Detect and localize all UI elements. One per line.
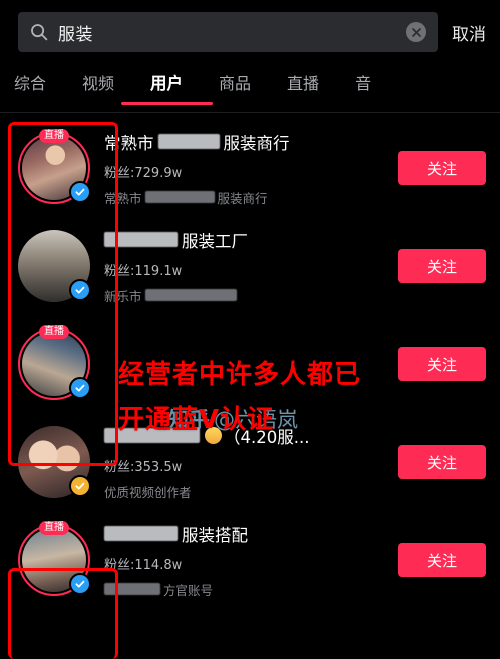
redacted-block — [144, 191, 215, 203]
redacted-block — [144, 289, 237, 301]
user-description: 新乐市 — [104, 286, 388, 305]
list-item[interactable]: 直播 常熟市 服装商行 粉丝:729.9w 常熟市 服装商行 关注 — [0, 119, 500, 217]
search-bar: 服装 取消 — [0, 0, 500, 62]
user-description-suffix: 方官账号 — [163, 582, 214, 598]
tab-music[interactable]: 音 — [355, 70, 371, 98]
user-name-suffix: 服装工厂 — [182, 231, 248, 251]
search-icon — [30, 23, 48, 41]
redacted-block — [104, 526, 178, 541]
user-name: 服装工厂 — [104, 228, 388, 252]
annotation-line-2: 开通蓝V认证 — [118, 405, 275, 435]
user-description-prefix: 新乐市 — [104, 288, 142, 304]
avatar[interactable]: 直播 — [18, 129, 91, 204]
user-name: 服装搭配 — [104, 522, 388, 546]
live-badge: 直播 — [39, 521, 69, 535]
follow-button[interactable]: 关注 — [398, 543, 486, 577]
clear-icon[interactable] — [406, 22, 426, 42]
verified-badge-icon — [69, 573, 91, 595]
follow-button[interactable]: 关注 — [398, 445, 486, 479]
tab-goods[interactable]: 商品 — [219, 70, 251, 98]
verified-badge-icon — [69, 377, 91, 399]
redacted-block — [157, 134, 220, 149]
list-item[interactable]: 服装工厂 粉丝:119.1w 新乐市 关注 — [0, 217, 500, 315]
live-badge: 直播 — [39, 129, 69, 143]
user-name-prefix: 常熟市 — [104, 133, 154, 153]
avatar[interactable] — [18, 230, 91, 302]
search-input[interactable]: 服装 — [18, 12, 438, 52]
redacted-block — [104, 232, 178, 247]
user-description-suffix: 服装商行 — [217, 190, 268, 206]
tab-live[interactable]: 直播 — [287, 70, 319, 98]
tab-users[interactable]: 用户 — [150, 70, 183, 98]
verified-badge-icon — [69, 181, 91, 203]
follower-count: 粉丝:729.9w — [104, 165, 183, 181]
verified-badge-icon — [69, 475, 91, 497]
user-description-prefix: 优质视频创作者 — [104, 484, 192, 500]
redacted-block — [104, 583, 160, 595]
avatar[interactable]: 直播 — [18, 521, 91, 596]
user-description-prefix: 常熟市 — [104, 190, 142, 206]
user-description: 方官账号 — [104, 580, 388, 599]
follow-button[interactable]: 关注 — [398, 347, 486, 381]
list-item[interactable]: 直播 服装搭配 粉丝:114.8w 方官账号 关注 — [0, 511, 500, 609]
cancel-button[interactable]: 取消 — [452, 20, 486, 45]
tab-bar: 综合 视频 用户 商品 直播 音 — [0, 62, 500, 106]
follow-button[interactable]: 关注 — [398, 151, 486, 185]
follower-count: 粉丝:353.5w — [104, 459, 183, 475]
follow-button[interactable]: 关注 — [398, 249, 486, 283]
search-query-text: 服装 — [58, 24, 93, 45]
user-info: 常熟市 服装商行 粉丝:729.9w 常熟市 服装商行 — [104, 130, 388, 207]
user-name-suffix: 服装商行 — [223, 133, 290, 153]
verified-badge-icon — [69, 279, 91, 301]
live-badge: 直播 — [39, 325, 69, 339]
user-info: 服装搭配 粉丝:114.8w 方官账号 — [104, 522, 388, 599]
user-name-suffix: 服装搭配 — [182, 525, 248, 545]
avatar[interactable]: 直播 — [18, 325, 91, 400]
user-description: 优质视频创作者 — [104, 482, 388, 501]
follower-count: 粉丝:119.1w — [104, 263, 183, 279]
tab-video[interactable]: 视频 — [82, 70, 114, 98]
annotation-line-1: 经营者中许多人都已 — [118, 360, 362, 390]
user-info: 服装工厂 粉丝:119.1w 新乐市 — [104, 228, 388, 305]
avatar[interactable] — [18, 426, 91, 498]
follower-count: 粉丝:114.8w — [104, 557, 183, 573]
tab-comprehensive[interactable]: 综合 — [14, 70, 46, 98]
user-description: 常熟市 服装商行 — [104, 188, 388, 207]
user-name: 常熟市 服装商行 — [104, 130, 388, 154]
